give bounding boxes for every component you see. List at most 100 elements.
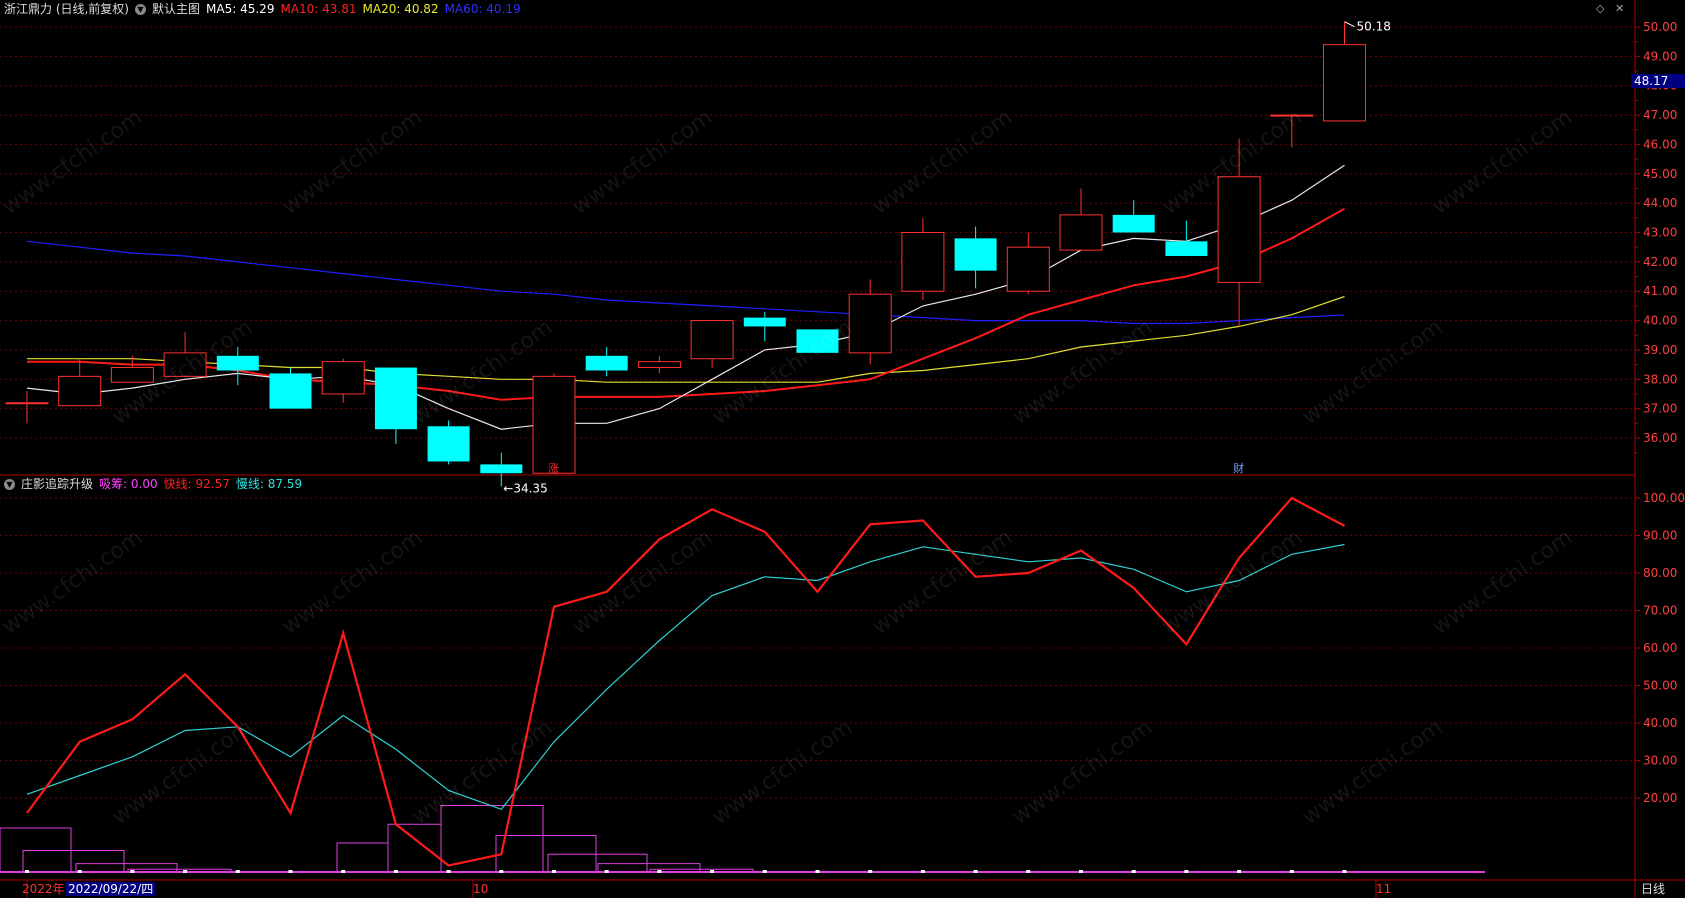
- candle-body: [1059, 214, 1103, 251]
- selected-date[interactable]: 2022/09/22/四: [66, 882, 156, 896]
- ma5-label: MA5: 45.29: [206, 2, 275, 16]
- candle-body: [796, 329, 839, 353]
- baseline-dot: [710, 870, 715, 873]
- baseline-dot: [604, 870, 609, 873]
- window-controls: ◇ ✕: [1596, 2, 1624, 15]
- low-price-label: ←34.35: [503, 481, 547, 495]
- price-tick-label: 43.00: [1643, 226, 1677, 240]
- candle-body: [1112, 214, 1155, 233]
- candle[interactable]: [427, 420, 470, 465]
- candle-body: [1217, 176, 1261, 283]
- diamond-icon[interactable]: ◇: [1596, 2, 1604, 15]
- candle-body: [848, 293, 892, 354]
- ma20-label: MA20: 40.82: [362, 2, 439, 16]
- baseline-dot: [130, 870, 135, 873]
- candle-body: [480, 464, 523, 474]
- candle-body: [743, 317, 786, 327]
- candle-body: [585, 355, 628, 371]
- candle-body: [690, 320, 734, 360]
- main-chart-label[interactable]: 默认主图: [152, 1, 200, 17]
- price-tick-label: 46.00: [1643, 137, 1677, 151]
- indicator-header: ▼ 庄影追踪升级 吸筹: 0.00 快线: 92.57 慢线: 87.59: [4, 475, 302, 493]
- baseline-dot: [77, 870, 82, 873]
- baseline-dot: [499, 870, 504, 873]
- baseline-dot: [815, 870, 820, 873]
- candle-body: [954, 238, 997, 271]
- price-tick-label: 50.00: [1643, 20, 1677, 34]
- baseline-dot: [1026, 870, 1031, 873]
- main-chart-header: 浙江鼎力 (日线,前复权) ▼ 默认主图 MA5: 45.29 MA10: 43…: [4, 0, 521, 18]
- price-tick-label: 49.00: [1643, 49, 1677, 63]
- indicator-tick-label: 90.00: [1643, 529, 1677, 543]
- candle-body: [1006, 246, 1050, 292]
- month-10-label: 10: [473, 882, 489, 896]
- price-tick-label: 37.00: [1643, 402, 1677, 416]
- candle-body: [374, 367, 417, 430]
- baseline-dot: [1184, 870, 1189, 873]
- candle-body: [1323, 44, 1366, 122]
- price-tick-label: 38.00: [1643, 372, 1677, 386]
- price-tick-label: 41.00: [1643, 284, 1677, 298]
- baseline-dot: [25, 870, 29, 873]
- baseline-dot: [868, 870, 873, 873]
- close-icon[interactable]: ✕: [1615, 2, 1624, 15]
- baseline-dot: [1289, 870, 1294, 873]
- candle-body: [901, 232, 945, 292]
- stock-title[interactable]: 浙江鼎力 (日线,前复权): [4, 1, 129, 17]
- baseline-dot: [1131, 870, 1136, 873]
- candle-body: [1165, 241, 1208, 256]
- baseline-dot: [183, 870, 188, 873]
- price-tick-label: 36.00: [1643, 431, 1677, 445]
- indicator-tick-label: 20.00: [1643, 791, 1677, 805]
- price-tick-label: 45.00: [1643, 167, 1677, 181]
- candle-body: [321, 361, 365, 395]
- month-11-label: 11: [1376, 882, 1392, 896]
- zhang-marker[interactable]: 涨: [548, 462, 559, 475]
- price-tick-label: 47.00: [1643, 108, 1677, 122]
- candle-body: [5, 402, 49, 405]
- baseline-dot: [973, 870, 978, 873]
- indicator-tick-label: 60.00: [1643, 641, 1677, 655]
- ma60-label: MA60: 40.19: [444, 2, 521, 16]
- indicator-tick-label: 100.00: [1643, 491, 1685, 505]
- indicator-tick-label: 40.00: [1643, 716, 1677, 730]
- baseline-dot: [393, 870, 398, 873]
- candle-body: [110, 367, 154, 383]
- baseline-dot: [1342, 870, 1347, 873]
- stock-chart[interactable]: 36.00 37.00 38.00 39.00 40.00 41.00 42.00 43.00…: [0, 0, 1685, 898]
- candle-body: [163, 352, 207, 377]
- baseline-dot: [341, 870, 346, 873]
- indicator-tick-label: 80.00: [1643, 566, 1677, 580]
- candle-body: [58, 375, 102, 407]
- candle-body: [216, 355, 259, 371]
- candle[interactable]: [796, 329, 839, 353]
- year-label: 2022年: [22, 882, 65, 896]
- indicator-tick-label: 30.00: [1643, 754, 1677, 768]
- candle-body: [532, 375, 576, 474]
- price-tick-label: 39.00: [1643, 343, 1677, 357]
- baseline-dot: [552, 870, 556, 873]
- baseline-dot: [762, 870, 767, 873]
- chevron-down-icon[interactable]: ▼: [135, 3, 146, 15]
- candle[interactable]: [269, 367, 312, 409]
- indicator-name[interactable]: 庄影追踪升级: [21, 476, 93, 492]
- high-price-label: 50.18: [1357, 20, 1391, 34]
- chevron-down-icon[interactable]: ▼: [4, 478, 15, 490]
- period-button[interactable]: 日线: [1641, 882, 1665, 896]
- price-tick-label: 42.00: [1643, 255, 1677, 269]
- fast-line-label: 快线: 92.57: [163, 477, 230, 491]
- ma10-label: MA10: 43.81: [280, 2, 357, 16]
- cai-marker[interactable]: 财: [1233, 461, 1244, 475]
- candle[interactable]: [532, 373, 576, 474]
- price-tick-label: 40.00: [1643, 314, 1677, 328]
- baseline-dot: [1079, 870, 1083, 873]
- baseline-dot: [920, 870, 925, 873]
- baseline-dot: [657, 870, 662, 873]
- indicator-tick-label: 70.00: [1643, 604, 1677, 618]
- accumulation-label: 吸筹: 0.00: [99, 477, 158, 491]
- baseline-dot: [1237, 870, 1242, 873]
- candle-body: [637, 361, 681, 369]
- slow-line-label: 慢线: 87.59: [235, 477, 303, 491]
- candle-body: [427, 426, 470, 462]
- candle-body: [1270, 114, 1314, 117]
